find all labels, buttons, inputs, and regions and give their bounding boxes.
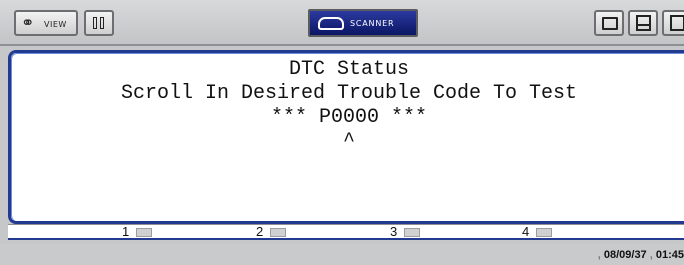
status-date: 08/09/37 bbox=[603, 249, 647, 261]
window-button[interactable] bbox=[594, 10, 624, 36]
view-button-label: VIEW bbox=[44, 20, 67, 29]
pause-button[interactable] bbox=[84, 10, 114, 36]
scanner-window: ⚭ VIEW SCANNER DTC Status Scroll In Desi… bbox=[0, 0, 684, 265]
softkey-indicator bbox=[404, 228, 420, 237]
softkey-number: 2 bbox=[256, 224, 264, 239]
softkey-number: 1 bbox=[122, 224, 130, 239]
softkey-number: 3 bbox=[390, 224, 398, 239]
car-icon bbox=[318, 17, 344, 30]
status-time: 01:45 bbox=[655, 249, 684, 261]
cursor-indicator: ^ bbox=[342, 130, 355, 153]
window-icon bbox=[602, 17, 618, 30]
display-title: DTC Status bbox=[288, 58, 410, 81]
printer-icon bbox=[670, 15, 684, 31]
printer-icon bbox=[636, 15, 651, 31]
main-display: DTC Status Scroll In Desired Trouble Cod… bbox=[8, 50, 684, 224]
binoculars-icon: ⚭ bbox=[21, 13, 35, 32]
status-bar: , 08/09/37 , 01:45 bbox=[0, 244, 684, 265]
display-instruction: Scroll In Desired Trouble Code To Test bbox=[120, 82, 578, 105]
softkey-indicator bbox=[270, 228, 286, 237]
view-button[interactable]: ⚭ VIEW bbox=[14, 10, 78, 36]
softkey-indicator bbox=[536, 228, 552, 237]
softkey-number: 4 bbox=[522, 224, 530, 239]
trouble-code-field[interactable]: *** P0000 *** bbox=[11, 107, 684, 129]
scanner-button-label: SCANNER bbox=[350, 19, 395, 28]
pause-icon bbox=[93, 17, 105, 29]
scanner-button[interactable]: SCANNER bbox=[308, 9, 418, 37]
softkey-bar: 1 2 3 4 bbox=[8, 224, 684, 240]
softkey-indicator bbox=[136, 228, 152, 237]
toolbar: ⚭ VIEW SCANNER bbox=[0, 0, 684, 46]
print-button[interactable] bbox=[628, 10, 658, 36]
save-button[interactable] bbox=[662, 10, 684, 36]
status-datetime: , 08/09/37 , 01:45 bbox=[597, 249, 684, 261]
